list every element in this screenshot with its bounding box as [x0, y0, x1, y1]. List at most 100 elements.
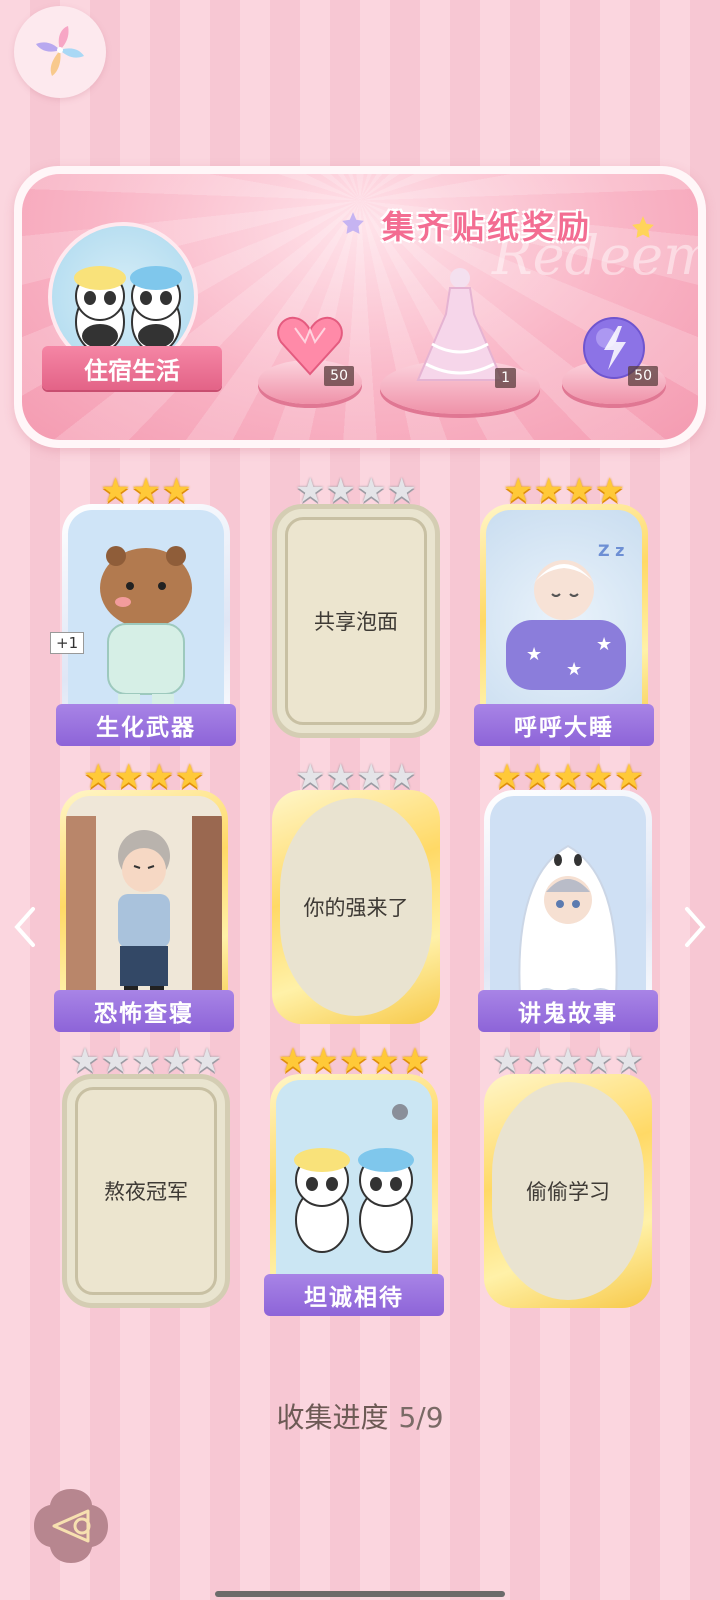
capybara-icon — [100, 546, 192, 710]
card-art — [276, 1080, 432, 1302]
app-logo-button[interactable] — [14, 6, 106, 98]
back-button[interactable] — [30, 1485, 112, 1567]
next-page-button[interactable] — [680, 902, 710, 952]
dorm-inspector-icon — [66, 816, 222, 1016]
sticker-card[interactable]: ★ ★ ★ +1 生化武器 — [50, 471, 236, 746]
svg-text:Z z: Z z — [598, 541, 624, 560]
star-icon: ★ — [144, 757, 175, 797]
star-rating: ★ ★ ★ ★ — [60, 760, 228, 794]
duplicate-count-badge: +1 — [50, 632, 85, 654]
star-icon: ★ — [174, 757, 205, 797]
star-icon: ★ — [356, 757, 387, 797]
sticker-card[interactable]: ★ ★ ★ ★ ★ 讲鬼故事 — [478, 760, 658, 1032]
reward-title: 集齐贴纸奖励 — [382, 208, 593, 246]
card-name-banner: 坦诚相待 — [264, 1274, 444, 1316]
star-icon: ★ — [503, 471, 534, 511]
ghost-costume-icon — [518, 844, 618, 999]
reward-item-dress[interactable]: 1 — [380, 264, 540, 414]
card-art — [66, 796, 222, 1018]
star-icon: ★ — [522, 757, 553, 797]
card-art — [490, 796, 646, 1018]
star-icon: ★ — [338, 1041, 370, 1081]
card-name-locked: 你的强来了 — [303, 896, 409, 920]
star-icon: ★ — [161, 1041, 192, 1081]
theme-name-banner: 住宿生活 — [42, 346, 222, 390]
star-icon: ★ — [613, 1041, 645, 1081]
chevron-left-icon — [14, 907, 35, 947]
card-name-banner: 讲鬼故事 — [478, 990, 658, 1032]
reward-item-heart[interactable]: 50 — [258, 314, 362, 404]
collection-progress: 收集进度 5/9 — [0, 1396, 720, 1436]
svg-text:★: ★ — [596, 634, 612, 655]
card-placeholder: 偷偷学习 — [492, 1082, 644, 1300]
card-frame: 共享泡面 — [272, 504, 440, 738]
star-icon: ★ — [399, 1041, 431, 1081]
previous-page-button[interactable] — [10, 902, 40, 952]
star-icon: ★ — [100, 1041, 131, 1081]
star-rating: ★ ★ ★ ★ — [480, 474, 648, 508]
svg-text:★: ★ — [526, 644, 542, 665]
sticker-card[interactable]: ★ ★ ★ ★ 恐怖查寝 — [54, 760, 234, 1032]
back-arrow-icon — [34, 1489, 108, 1563]
star-icon: ★ — [69, 1041, 101, 1081]
star-rating: ★ ★ ★ ★ — [272, 760, 440, 794]
reward-panel: Redeem 集齐贴纸奖励 住宿生活 50 1 50 — [14, 166, 706, 448]
star-icon: ★ — [277, 1041, 309, 1081]
star-icon: ★ — [522, 1041, 553, 1081]
reward-panel-inner: Redeem 集齐贴纸奖励 住宿生活 50 1 50 — [22, 174, 698, 440]
pinwheel-icon — [36, 26, 84, 76]
card-frame — [60, 790, 228, 1024]
star-icon: ★ — [295, 757, 326, 797]
svg-text:★: ★ — [566, 659, 582, 680]
sticker-card[interactable]: ★ ★ ★ ★ ★ 偷偷学习 — [484, 1044, 652, 1314]
star-rating: ★ ★ ★ ★ ★ — [270, 1044, 438, 1078]
card-placeholder: 共享泡面 — [285, 517, 427, 725]
star-icon: ★ — [583, 1041, 614, 1081]
star-icon: ★ — [191, 1041, 223, 1081]
card-frame: 你的强来了 — [272, 790, 440, 1024]
reward-item-energy[interactable]: 50 — [562, 314, 666, 404]
star-decoration-icon — [342, 212, 364, 234]
card-name-banner: 生化武器 — [56, 704, 236, 746]
star-icon: ★ — [295, 471, 326, 511]
star-icon: ★ — [386, 471, 417, 511]
star-icon: ★ — [325, 471, 356, 511]
reward-count: 1 — [495, 368, 516, 388]
star-rating: ★ ★ ★ ★ — [272, 474, 440, 508]
sleeping-boy-icon: ★ ★ ★ Z z — [506, 541, 626, 690]
progress-label: 收集进度 — [276, 1401, 389, 1434]
star-icon: ★ — [386, 757, 417, 797]
star-icon: ★ — [130, 471, 162, 511]
sticker-card[interactable]: ★ ★ ★ ★ ★ 熬夜冠军 — [62, 1044, 230, 1314]
card-name-banner: 恐怖查寝 — [54, 990, 234, 1032]
card-frame: 偷偷学习 — [484, 1074, 652, 1308]
card-placeholder: 你的强来了 — [280, 798, 432, 1016]
reward-count: 50 — [324, 366, 354, 386]
panda-bath-icon — [294, 1104, 414, 1253]
star-icon: ★ — [583, 757, 614, 797]
card-frame — [484, 790, 652, 1024]
star-icon: ★ — [613, 757, 645, 797]
star-rating: ★ ★ ★ ★ ★ — [62, 1044, 230, 1078]
star-icon: ★ — [564, 471, 595, 511]
star-icon: ★ — [552, 757, 584, 797]
sticker-card[interactable]: ★ ★ ★ ★ ★ ★ ★ Z z 呼呼大睡 — [474, 474, 654, 746]
card-name-locked: 共享泡面 — [314, 610, 398, 634]
card-frame: ★ ★ ★ Z z — [480, 504, 648, 738]
card-art — [68, 510, 224, 732]
star-icon: ★ — [491, 1041, 523, 1081]
card-frame — [62, 504, 230, 738]
star-rating: ★ ★ ★ ★ ★ — [484, 1044, 652, 1078]
star-icon: ★ — [594, 471, 625, 511]
star-icon: ★ — [356, 471, 387, 511]
reward-count: 50 — [628, 366, 658, 386]
star-icon: ★ — [161, 471, 192, 511]
sticker-card[interactable]: ★ ★ ★ ★ ★ 坦诚相待 — [264, 1044, 444, 1316]
card-name-banner: 呼呼大睡 — [474, 704, 654, 746]
star-rating: ★ ★ ★ ★ ★ — [484, 760, 652, 794]
star-icon: ★ — [533, 471, 564, 511]
sticker-card[interactable]: ★ ★ ★ ★ 你的强来了 — [272, 760, 440, 1030]
star-icon: ★ — [369, 1041, 400, 1081]
home-indicator[interactable] — [215, 1591, 505, 1597]
sticker-card[interactable]: ★ ★ ★ ★ 共享泡面 — [272, 474, 440, 744]
